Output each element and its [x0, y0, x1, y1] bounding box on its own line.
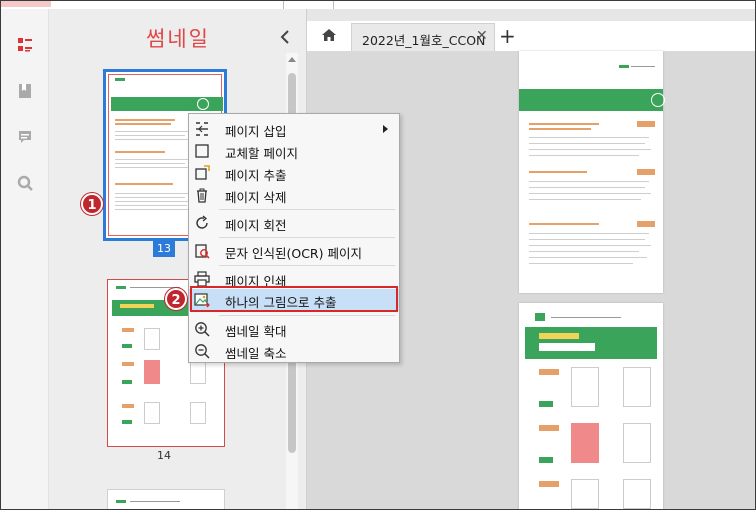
tab-bar: 2022년_1월호_CCON ✕ + — [307, 21, 755, 51]
ocr-page-icon — [194, 243, 210, 259]
bookmark-icon[interactable] — [15, 81, 35, 101]
menu-item-zoom-out-thumbnail[interactable]: 썸네일 축소 — [189, 340, 399, 362]
extract-page-icon — [194, 165, 210, 181]
top-tab-remnant — [1, 1, 51, 7]
delete-page-icon — [194, 187, 210, 203]
highlight-outline — [190, 286, 398, 312]
step-badge-1: 1 — [81, 193, 103, 215]
print-page-icon — [194, 271, 210, 287]
search-icon[interactable] — [15, 173, 35, 193]
menu-item-insert-page[interactable]: 페이지 삽입 — [189, 118, 399, 140]
app-window: 썸네일 13 14 2022년_1월호_CCON ✕ + 페이지 삽입 교체할 … — [0, 0, 756, 510]
tab-document[interactable]: 2022년_1월호_CCON ✕ — [351, 23, 495, 51]
menu-item-extract-page[interactable]: 페이지 추출 — [189, 162, 399, 184]
menu-item-replace-page[interactable]: 교체할 페이지 — [189, 140, 399, 162]
thumbnail-page-number: 13 — [153, 241, 175, 257]
home-icon[interactable] — [321, 27, 339, 45]
rotate-page-icon — [194, 215, 210, 231]
submenu-arrow-icon — [383, 125, 388, 133]
document-page-14 — [519, 303, 663, 509]
top-strip — [1, 1, 755, 9]
thumbnail-page-number: 14 — [157, 449, 171, 462]
step-badge-2: 2 — [165, 288, 187, 310]
comment-icon[interactable] — [15, 127, 35, 147]
menu-item-ocr-page[interactable]: 문자 인식된(OCR) 페이지 — [189, 240, 399, 262]
menu-item-zoom-in-thumbnail[interactable]: 썸네일 확대 — [189, 318, 399, 340]
menu-item-rotate-page[interactable]: 페이지 회전 — [189, 212, 399, 234]
menu-separator — [219, 237, 395, 238]
context-menu: 페이지 삽입 교체할 페이지 페이지 추출 페이지 삭제 페이지 회전 문자 인… — [188, 113, 400, 363]
insert-page-icon — [194, 121, 210, 137]
menu-separator — [219, 265, 395, 266]
replace-page-icon — [194, 143, 210, 159]
thumbnail-list-icon[interactable] — [15, 35, 35, 55]
menu-separator — [219, 315, 395, 316]
left-icon-bar — [1, 9, 49, 509]
tab-close-icon[interactable]: ✕ — [476, 28, 488, 44]
document-page-13 — [519, 51, 665, 293]
tab-title: 2022년_1월호_CCON — [362, 33, 486, 48]
collapse-panel-button[interactable] — [279, 29, 295, 49]
menu-separator — [219, 209, 395, 210]
scroll-up-arrow[interactable] — [288, 57, 296, 62]
thumbnail-page-next[interactable] — [107, 489, 225, 509]
new-tab-button[interactable]: + — [499, 24, 516, 48]
menu-item-delete-page[interactable]: 페이지 삭제 — [189, 184, 399, 206]
panel-title: 썸네일 — [146, 27, 210, 51]
zoom-out-icon — [194, 343, 210, 359]
chevron-left-icon — [280, 30, 289, 44]
zoom-in-icon — [194, 321, 210, 337]
